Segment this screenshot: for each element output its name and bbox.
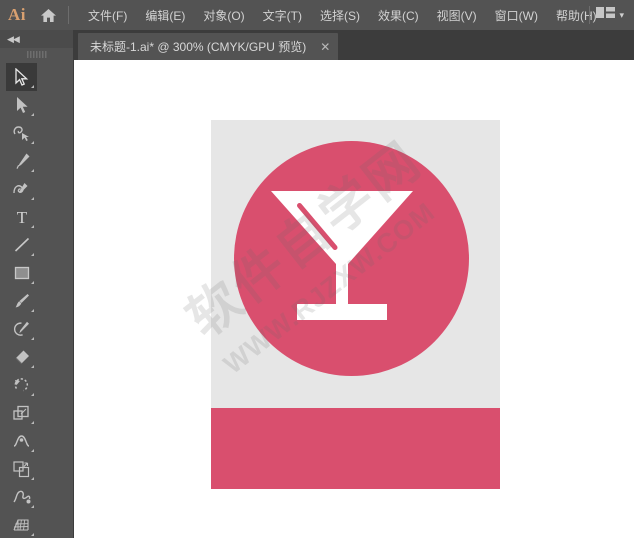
workspace-switcher-icon (596, 6, 616, 24)
tool-flyout-corner (31, 253, 34, 256)
menu-edit[interactable]: 编辑(E) (136, 0, 194, 30)
menu-items: 文件(F) 编辑(E) 对象(O) 文字(T) 选择(S) 效果(C) 视图(V… (79, 0, 606, 30)
direct-selection-tool[interactable] (6, 91, 37, 119)
tool-flyout-corner (31, 85, 34, 88)
curvature-tool[interactable] (6, 175, 37, 203)
tool-flyout-corner (31, 225, 34, 228)
martini-glass-icon[interactable] (268, 188, 416, 329)
tool-list: T (0, 61, 73, 538)
type-tool[interactable]: T (6, 203, 37, 231)
rectangle-tool[interactable] (6, 259, 37, 287)
tool-flyout-corner (31, 281, 34, 284)
chevron-down-icon[interactable]: ▾ (619, 10, 624, 21)
document-tab[interactable]: 未标题-1.ai* @ 300% (CMYK/GPU 预览) ✕ (78, 33, 338, 60)
menu-select[interactable]: 选择(S) (311, 0, 369, 30)
menubar-divider-right (589, 6, 590, 24)
tool-flyout-corner (31, 337, 34, 340)
svg-text:T: T (16, 208, 27, 226)
magic-wand-tool[interactable] (6, 119, 37, 147)
menu-effect[interactable]: 效果(C) (369, 0, 428, 30)
menu-type[interactable]: 文字(T) (254, 0, 311, 30)
rotate-tool[interactable] (6, 371, 37, 399)
illustrator-window: Ai 文件(F) 编辑(E) 对象(O) 文字(T) 选择(S) 效果(C) 视… (0, 0, 634, 538)
menu-view[interactable]: 视图(V) (428, 0, 486, 30)
free-transform-tool[interactable] (6, 455, 37, 483)
collapse-panel-button[interactable]: ◀◀ (0, 30, 73, 48)
eraser-tool[interactable] (6, 343, 37, 371)
menubar-right-group: ▾ (583, 0, 634, 30)
tool-flyout-corner (31, 141, 34, 144)
menu-bar: Ai 文件(F) 编辑(E) 对象(O) 文字(T) 选择(S) 效果(C) 视… (0, 0, 634, 30)
document-canvas[interactable]: 软件自学网 WWW.RJZXW.COM (74, 60, 634, 538)
tool-flyout-corner (31, 449, 34, 452)
menu-object[interactable]: 对象(O) (194, 0, 253, 30)
tool-flyout-corner (31, 477, 34, 480)
document-tab-bar: 未标题-1.ai* @ 300% (CMYK/GPU 预览) ✕ (74, 30, 634, 60)
menu-window[interactable]: 窗口(W) (486, 0, 547, 30)
workspace-switcher-button[interactable] (596, 6, 616, 24)
scale-tool[interactable] (6, 399, 37, 427)
paintbrush-tool[interactable] (6, 287, 37, 315)
selection-tool[interactable] (6, 63, 37, 91)
pen-tool[interactable] (6, 147, 37, 175)
artboard[interactable]: 软件自学网 WWW.RJZXW.COM (211, 120, 500, 489)
tool-flyout-corner (31, 533, 34, 536)
tool-flyout-corner (31, 393, 34, 396)
shape-builder-tool[interactable] (6, 483, 37, 511)
tool-flyout-corner (31, 421, 34, 424)
line-segment-tool[interactable] (6, 231, 37, 259)
bottom-bar-rectangle[interactable] (211, 408, 500, 489)
tool-flyout-corner (31, 309, 34, 312)
home-icon (40, 8, 57, 23)
width-tool[interactable] (6, 427, 37, 455)
document-tab-label: 未标题-1.ai* @ 300% (CMYK/GPU 预览) (90, 38, 306, 55)
perspective-grid-tool[interactable] (6, 511, 37, 538)
menu-file[interactable]: 文件(F) (79, 0, 136, 30)
app-logo: Ai (0, 0, 34, 30)
panel-drag-grip[interactable] (0, 48, 73, 61)
close-icon[interactable]: ✕ (320, 41, 330, 53)
home-button[interactable] (34, 0, 62, 30)
tool-flyout-corner (31, 197, 34, 200)
menubar-divider (68, 6, 69, 24)
tool-flyout-corner (31, 169, 34, 172)
tool-flyout-corner (31, 505, 34, 508)
shaper-tool[interactable] (6, 315, 37, 343)
tool-flyout-corner (31, 365, 34, 368)
tool-panel: ◀◀ (0, 30, 74, 538)
tool-flyout-corner (31, 113, 34, 116)
